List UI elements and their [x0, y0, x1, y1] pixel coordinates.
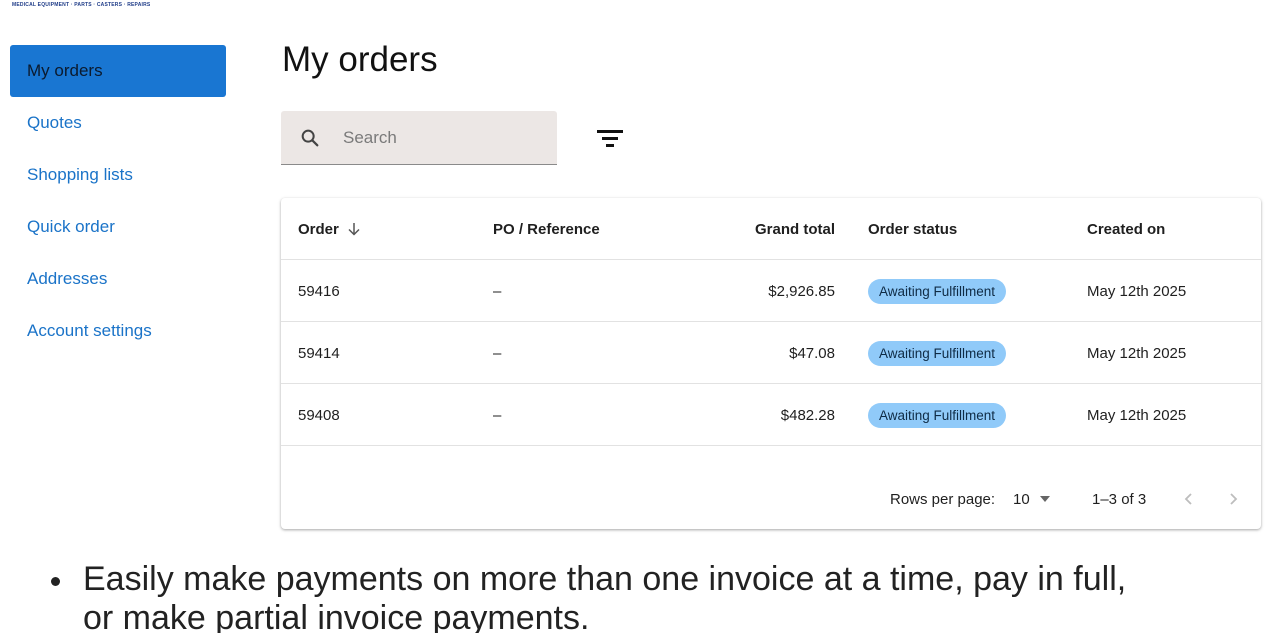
pagination: Rows per page: 10 1–3 of 3: [281, 470, 1261, 528]
search-icon: [301, 129, 319, 146]
column-header-po: PO / Reference: [493, 220, 600, 238]
sidebar-item-quick-order[interactable]: Quick order: [10, 201, 226, 253]
bullet-text-line-2: or make partial invoice payments.: [83, 599, 590, 633]
status-cell: Awaiting Fulfillment: [868, 260, 1007, 322]
status-badge: Awaiting Fulfillment: [868, 402, 1007, 428]
order-number: 59416: [298, 282, 340, 300]
rows-per-page-label: Rows per page:: [890, 490, 996, 508]
chevron-left-icon: [1184, 493, 1192, 505]
next-page-button[interactable]: [1227, 470, 1239, 528]
created-on: May 12th 2025: [1087, 344, 1187, 362]
dropdown-triangle-icon: [1039, 496, 1050, 502]
filter-button[interactable]: [590, 122, 630, 154]
column-header-status: Order status: [868, 220, 958, 238]
status-badge: Awaiting Fulfillment: [868, 340, 1007, 366]
rows-per-page-value: 10: [1013, 490, 1030, 508]
sidebar-item-addresses[interactable]: Addresses: [10, 253, 226, 305]
grand-total: $2,926.85: [768, 282, 835, 300]
po-reference: –: [493, 406, 502, 424]
chevron-right-icon: [1230, 493, 1238, 505]
search-box[interactable]: [281, 111, 557, 165]
orders-table: Order PO / Reference Grand total Order s…: [281, 198, 1261, 529]
po-reference: –: [493, 282, 502, 300]
created-on: May 12th 2025: [1087, 282, 1187, 300]
table-row[interactable]: 59408 – $482.28 Awaiting Fulfillment May…: [281, 384, 1261, 446]
page: MEDICAL EQUIPMENT · PARTS · CASTERS · RE…: [0, 0, 1272, 633]
sort-arrow-down-icon: [348, 223, 360, 236]
search-input[interactable]: [341, 126, 535, 149]
status-badge: Awaiting Fulfillment: [868, 278, 1007, 304]
table-row[interactable]: 59416 – $2,926.85 Awaiting Fulfillment M…: [281, 260, 1261, 322]
rows-per-page-select[interactable]: 10: [1013, 470, 1050, 528]
sidebar-item-my-orders[interactable]: My orders: [10, 45, 226, 97]
previous-page-button[interactable]: [1183, 470, 1195, 528]
page-title: My orders: [282, 40, 438, 79]
order-number: 59414: [298, 344, 340, 362]
sidebar-item-quotes[interactable]: Quotes: [10, 97, 226, 149]
created-on: May 12th 2025: [1087, 406, 1187, 424]
column-header-created: Created on: [1087, 220, 1166, 238]
po-reference: –: [493, 344, 502, 362]
sidebar-item-account-settings[interactable]: Account settings: [10, 305, 226, 357]
grand-total: $482.28: [780, 406, 835, 424]
brand-tagline: MEDICAL EQUIPMENT · PARTS · CASTERS · RE…: [12, 2, 151, 8]
bullet-dot: [51, 577, 60, 586]
column-header-order[interactable]: Order: [298, 198, 361, 260]
filter-icon: [597, 130, 623, 147]
sidebar-item-shopping-lists[interactable]: Shopping lists: [10, 149, 226, 201]
order-number: 59408: [298, 406, 340, 424]
column-header-total: Grand total: [754, 220, 835, 238]
grand-total: $47.08: [789, 344, 835, 362]
status-cell: Awaiting Fulfillment: [868, 384, 1007, 446]
sidebar-nav: My orders Quotes Shopping lists Quick or…: [10, 45, 226, 357]
pagination-range: 1–3 of 3: [1092, 490, 1147, 508]
table-header-row: Order PO / Reference Grand total Order s…: [281, 198, 1261, 260]
table-row[interactable]: 59414 – $47.08 Awaiting Fulfillment May …: [281, 322, 1261, 384]
status-cell: Awaiting Fulfillment: [868, 322, 1007, 384]
bullet-text-line-1: Easily make payments on more than one in…: [83, 560, 1127, 598]
